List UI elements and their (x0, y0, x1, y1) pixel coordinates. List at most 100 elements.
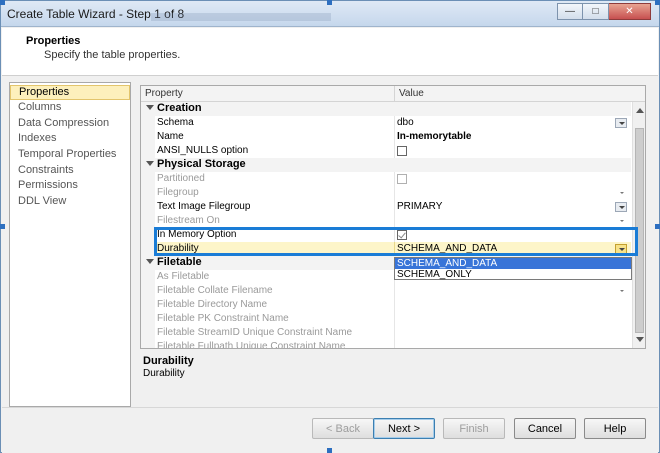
help-button[interactable]: Help (584, 418, 646, 439)
scrollbar-thumb[interactable] (635, 128, 644, 333)
row-name[interactable]: Name In-memorytable (141, 130, 631, 144)
dropdown-arrow-icon[interactable] (615, 244, 627, 254)
wizard-footer: < Back Next > Finish Cancel Help (2, 407, 658, 453)
row-gutter (141, 144, 155, 158)
nav-item-ddl-view[interactable]: DDL View (10, 194, 130, 209)
page-subtitle: Specify the table properties. (44, 49, 181, 61)
row-gutter (141, 214, 155, 228)
row-gutter (141, 284, 155, 298)
row-text-image-filegroup[interactable]: Text Image Filegroup PRIMARY (141, 200, 631, 214)
collapse-icon[interactable] (146, 259, 154, 264)
cell-separator (394, 326, 395, 340)
chevron-down-icon (620, 220, 624, 222)
scroll-down-icon[interactable] (636, 337, 644, 342)
property-column-header: Property (145, 88, 183, 99)
row-gutter (141, 270, 155, 284)
chevron-down-icon (620, 290, 624, 292)
cell-separator (394, 214, 395, 228)
property-name: As Filetable (157, 271, 210, 282)
property-value: SCHEMA_AND_DATA (397, 243, 498, 254)
row-gutter (141, 172, 155, 186)
row-durability[interactable]: Durability SCHEMA_AND_DATA (141, 242, 631, 256)
row-gutter (141, 312, 155, 326)
property-name: Name (157, 131, 184, 142)
ansi-nulls-checkbox[interactable] (397, 146, 407, 156)
row-gutter (141, 130, 155, 144)
cancel-button[interactable]: Cancel (514, 418, 576, 439)
durability-dropdown-list[interactable]: SCHEMA_AND_DATA SCHEMA_ONLY (394, 257, 632, 280)
category-label: Creation (157, 102, 202, 114)
row-gutter (141, 228, 155, 242)
dropdown-option-schema-and-data[interactable]: SCHEMA_AND_DATA (395, 258, 631, 269)
minimize-icon[interactable]: — (557, 3, 583, 20)
property-value[interactable]: In-memorytable (397, 131, 471, 142)
nav-item-constraints[interactable]: Constraints (10, 163, 130, 178)
finish-button[interactable]: Finish (443, 418, 505, 439)
property-name: Filetable Fullpath Unique Constraint Nam… (157, 341, 346, 349)
row-in-memory-option[interactable]: In Memory Option (141, 228, 631, 242)
description-title: Durability (143, 355, 194, 367)
header-separator (394, 86, 395, 102)
title-bar-shadow (151, 13, 331, 21)
property-name: Partitioned (157, 173, 205, 184)
property-name: Filetable Directory Name (157, 299, 268, 310)
wizard-header: Properties Specify the table properties. (2, 28, 658, 76)
vertical-scrollbar[interactable] (632, 102, 645, 348)
property-name: ANSI_NULLS option (157, 145, 249, 156)
cell-separator (394, 242, 395, 256)
resize-handle[interactable] (655, 0, 660, 5)
category-creation[interactable]: Creation (141, 102, 631, 116)
property-name: Filetable Collate Filename (157, 285, 273, 296)
nav-item-data-compression[interactable]: Data Compression (10, 116, 130, 131)
row-filetable-collate-filename: Filetable Collate Filename (141, 284, 631, 298)
wizard-nav: Properties Columns Data Compression Inde… (9, 82, 131, 407)
resize-handle[interactable] (327, 448, 332, 453)
row-gutter (141, 200, 155, 214)
page-title: Properties (26, 35, 81, 47)
grid-header: Property Value (141, 86, 645, 102)
nav-item-properties[interactable]: Properties (10, 85, 130, 100)
maximize-icon[interactable]: □ (583, 3, 609, 20)
back-button[interactable]: < Back (312, 418, 374, 439)
resize-handle[interactable] (655, 224, 660, 229)
cell-separator (394, 284, 395, 298)
collapse-icon[interactable] (146, 161, 154, 166)
property-name: Durability (157, 243, 199, 254)
row-partitioned: Partitioned (141, 172, 631, 186)
resize-handle[interactable] (327, 0, 332, 5)
property-name: In Memory Option (157, 229, 237, 240)
row-filetable-fullpath-constraint: Filetable Fullpath Unique Constraint Nam… (141, 340, 631, 349)
window-controls: — □ ✕ (557, 3, 651, 20)
cell-separator (394, 298, 395, 312)
next-button[interactable]: Next > (373, 418, 435, 439)
close-icon[interactable]: ✕ (609, 3, 651, 20)
cell-separator (394, 200, 395, 214)
in-memory-checkbox[interactable] (397, 230, 407, 240)
scroll-up-icon[interactable] (636, 108, 644, 113)
collapse-icon[interactable] (146, 105, 154, 110)
cell-separator (394, 116, 395, 130)
nav-item-columns[interactable]: Columns (10, 100, 130, 115)
row-filetable-pk-constraint: Filetable PK Constraint Name (141, 312, 631, 326)
row-gutter (141, 298, 155, 312)
resize-handle[interactable] (0, 224, 5, 229)
chevron-down-icon (620, 192, 624, 194)
resize-handle[interactable] (0, 0, 5, 5)
row-ansi-nulls[interactable]: ANSI_NULLS option (141, 144, 631, 158)
description-panel: Durability Durability (140, 351, 646, 405)
row-schema[interactable]: Schema dbo (141, 116, 631, 130)
dropdown-arrow-icon[interactable] (615, 202, 627, 212)
nav-item-indexes[interactable]: Indexes (10, 131, 130, 146)
partitioned-checkbox (397, 174, 407, 184)
dropdown-option-schema-only[interactable]: SCHEMA_ONLY (395, 269, 631, 280)
description-text: Durability (143, 368, 185, 379)
nav-item-permissions[interactable]: Permissions (10, 178, 130, 193)
category-physical-storage[interactable]: Physical Storage (141, 158, 631, 172)
row-filegroup: Filegroup (141, 186, 631, 200)
cell-separator (394, 228, 395, 242)
nav-item-temporal-properties[interactable]: Temporal Properties (10, 147, 130, 162)
row-gutter (141, 326, 155, 340)
property-value: dbo (397, 117, 414, 128)
cell-separator (394, 144, 395, 158)
dropdown-arrow-icon[interactable] (615, 118, 627, 128)
